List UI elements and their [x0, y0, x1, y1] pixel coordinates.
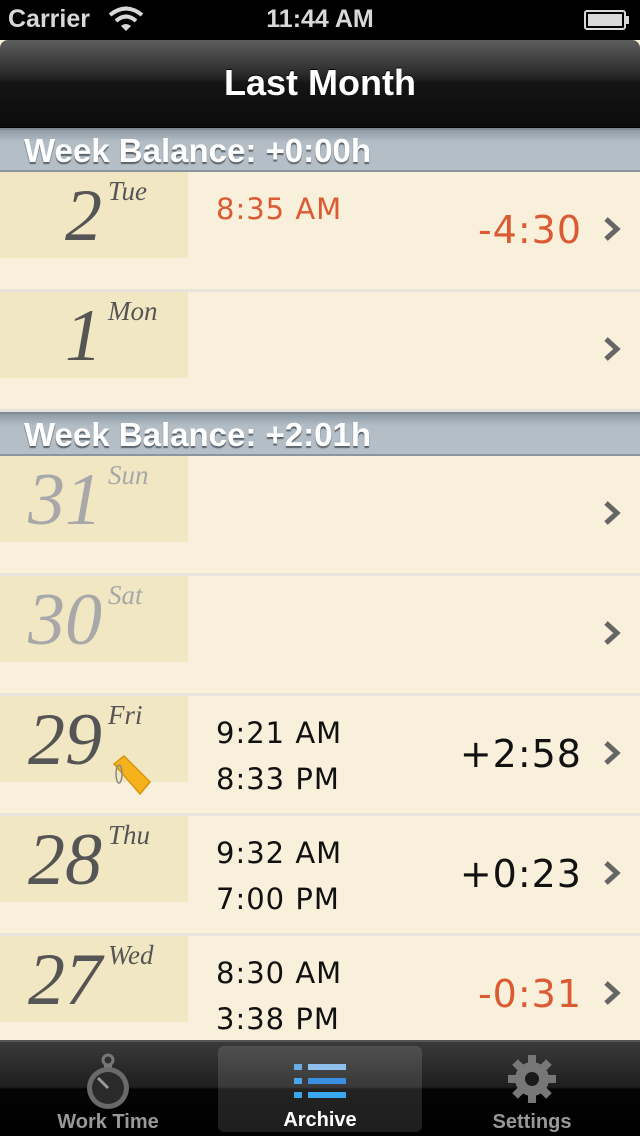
- end-time: 8:33 PM: [216, 762, 340, 796]
- gear-icon: [508, 1055, 556, 1103]
- day-number: 2: [65, 175, 102, 257]
- weekday: Thu: [108, 820, 151, 850]
- page-title: Last Month: [224, 62, 416, 103]
- day-number: 31: [28, 459, 102, 541]
- date-box: 31 Sun: [0, 456, 188, 542]
- week-balance-label: Week Balance: +2:01h: [24, 416, 371, 453]
- weekday: Fri: [108, 700, 143, 730]
- day-number: 1: [65, 295, 102, 377]
- day-balance: +0:23: [459, 852, 582, 896]
- tab-settings[interactable]: Settings: [430, 1042, 634, 1136]
- day-balance: -4:30: [477, 208, 582, 252]
- date-box: 1 Mon: [0, 292, 188, 378]
- day-number: 30: [28, 579, 102, 661]
- chevron-right-icon: [604, 337, 621, 361]
- chevron-right-icon: [604, 217, 621, 241]
- start-time: 8:30 AM: [216, 956, 343, 990]
- date-box: 28 Thu: [0, 816, 188, 902]
- date-box: 30 Sat: [0, 576, 188, 662]
- chevron-right-icon: [604, 981, 621, 1005]
- day-number: 28: [28, 819, 102, 901]
- day-number: 29: [28, 699, 102, 781]
- week-balance-header: Week Balance: +2:01h: [0, 412, 640, 456]
- stopwatch-icon: [87, 1053, 129, 1109]
- day-number: 27: [28, 939, 102, 1021]
- navigation-bar: Last Month: [0, 40, 640, 128]
- chevron-right-icon: [604, 741, 621, 765]
- chevron-right-icon: [604, 861, 621, 885]
- weekday: Tue: [108, 176, 148, 206]
- chevron-right-icon: [604, 501, 621, 525]
- weekday: Wed: [108, 940, 154, 970]
- start-time: 9:21 AM: [216, 716, 343, 750]
- tab-label: Work Time: [57, 1111, 159, 1133]
- date-box: 29 Fri: [0, 696, 188, 782]
- week-balance-header: Week Balance: +0:00h: [0, 128, 640, 172]
- times: 9:32 AM 7:00 PM: [216, 830, 342, 922]
- clock: 11:44 AM: [266, 5, 374, 33]
- start-time: 8:35 AM: [216, 192, 343, 226]
- list-icon: [294, 1064, 346, 1098]
- date-box: 27 Wed: [0, 936, 188, 1022]
- day-row[interactable]: 29 Fri 9:21 AM 8:33 PM +2:58: [0, 696, 640, 816]
- times: 8:30 AM 3:38 PM: [216, 950, 342, 1040]
- day-row[interactable]: 2 Tue 8:35 AM -4:30: [0, 172, 640, 292]
- tab-label: Settings: [492, 1111, 572, 1133]
- day-row[interactable]: 31 Sun: [0, 456, 640, 576]
- weekday: Sat: [108, 580, 143, 610]
- weekday: Sun: [108, 460, 149, 490]
- day-balance: +2:58: [459, 732, 582, 776]
- archive-list[interactable]: Week Balance: +0:00h 2 Tue 8:35 AM -4:30…: [0, 128, 640, 1040]
- status-bar: Carrier 11:44 AM: [0, 0, 640, 40]
- day-row[interactable]: 28 Thu 9:32 AM 7:00 PM +0:23: [0, 816, 640, 936]
- chevron-right-icon: [604, 621, 621, 645]
- day-balance: -0:31: [477, 972, 582, 1016]
- tab-work-time[interactable]: Work Time: [6, 1042, 210, 1136]
- start-time: 9:32 AM: [216, 836, 343, 870]
- day-row[interactable]: 1 Mon: [0, 292, 640, 412]
- end-time: 3:38 PM: [216, 1002, 340, 1036]
- tab-bar: Work Time Archive Settings: [0, 1040, 640, 1136]
- week-balance-label: Week Balance: +0:00h: [24, 132, 371, 169]
- times: 8:35 AM: [216, 186, 342, 232]
- tab-archive[interactable]: Archive: [218, 1046, 422, 1132]
- day-row[interactable]: 27 Wed 8:30 AM 3:38 PM -0:31: [0, 936, 640, 1040]
- battery-icon: [584, 10, 629, 30]
- end-time: 7:00 PM: [216, 882, 340, 916]
- day-row[interactable]: 30 Sat: [0, 576, 640, 696]
- date-box: 2 Tue: [0, 172, 188, 258]
- tab-label: Archive: [283, 1109, 357, 1131]
- tag-icon: [112, 754, 152, 796]
- times: 9:21 AM 8:33 PM: [216, 710, 342, 802]
- weekday: Mon: [108, 296, 158, 326]
